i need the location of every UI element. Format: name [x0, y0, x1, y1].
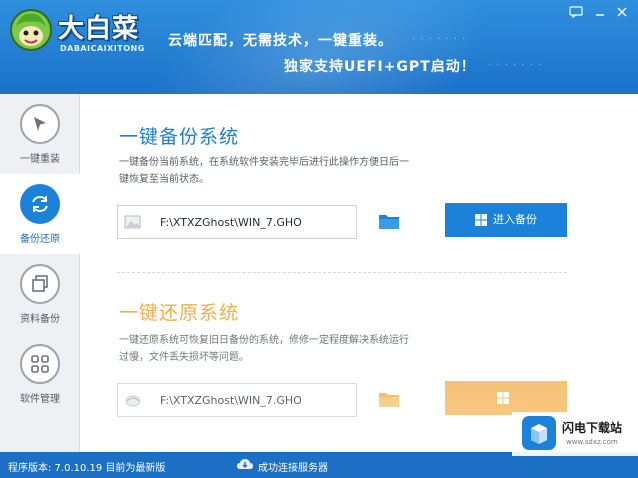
backup-browse-button[interactable]	[378, 212, 402, 232]
folder-icon	[379, 215, 399, 229]
close-icon	[617, 7, 627, 17]
restore-path-value: F:\XTXZGhost\WIN_7.GHO	[160, 394, 302, 407]
grid-icon	[31, 355, 49, 373]
enter-backup-label: 进入备份	[493, 213, 537, 226]
decor-dots: · · · · · · ·	[488, 60, 543, 71]
sidebar-item-label: 一键重装	[20, 154, 60, 165]
minimize-icon	[596, 14, 604, 16]
copy-icon	[32, 275, 48, 292]
sidebar-icon-circle	[20, 184, 60, 224]
sidebar-item-reinstall[interactable]: 一键重装	[0, 94, 80, 174]
restore-title: 一键还原系统	[119, 302, 240, 324]
version-text: 程序版本: 7.0.10.19 目前为最新版	[8, 463, 166, 474]
main-panel: 一键备份系统 一键备份当前系统，在系统软件安装完毕后进行此操作方便日后一键恢复至…	[81, 94, 638, 452]
watermark-url: www.sdxz.com	[566, 438, 618, 446]
sidebar-item-label: 资料备份	[20, 314, 60, 325]
image-file-icon	[124, 215, 141, 229]
chat-icon	[569, 6, 583, 19]
windows-icon	[475, 214, 487, 226]
section-divider	[117, 272, 567, 273]
decor-dots: · · · · · · ·	[412, 34, 467, 45]
backup-description: 一键备份当前系统，在系统软件安装完毕后进行此操作方便日后一键恢复至当前状态。	[119, 157, 409, 185]
watermark-logo-icon	[522, 416, 556, 450]
sidebar-icon-circle	[20, 344, 60, 384]
restore-path-field[interactable]: F:\XTXZGhost\WIN_7.GHO	[117, 383, 357, 417]
server-status-text: 成功连接服务器	[258, 463, 328, 474]
slogan-line-1: 云端匹配，无需技术，一键重装。	[168, 33, 393, 49]
windows-icon	[497, 392, 509, 404]
sidebar-item-label: 软件管理	[20, 394, 60, 405]
refresh-icon	[32, 195, 48, 213]
restore-description: 一键还原系统可恢复旧日备份的系统，修修一定程度解决系统运行过慢，文件丢失损坏等问…	[119, 335, 409, 363]
sidebar-icon-circle	[20, 104, 60, 144]
feedback-button[interactable]	[566, 4, 586, 20]
enter-restore-button[interactable]	[445, 381, 567, 415]
sidebar-icon-circle	[20, 264, 60, 304]
cursor-icon	[34, 117, 46, 131]
sidebar-item-software[interactable]: 软件管理	[0, 334, 80, 414]
backup-path-value: F:\XTXZGhost\WIN_7.GHO	[160, 216, 302, 229]
cloud-icon	[237, 459, 253, 469]
sidebar-item-data-backup[interactable]: 资料备份	[0, 254, 80, 334]
enter-backup-button[interactable]: 进入备份	[445, 203, 567, 237]
restore-browse-button[interactable]	[378, 390, 402, 410]
sidebar-item-label: 备份还原	[20, 234, 60, 245]
sidebar-item-backup-restore[interactable]: 备份还原	[0, 174, 80, 254]
backup-path-field[interactable]: F:\XTXZGhost\WIN_7.GHO	[117, 205, 357, 239]
cabbage-mascot-icon	[10, 9, 52, 51]
sidebar: 一键重装 备份还原 资料备份 软件管理	[0, 94, 80, 452]
ghost-file-icon	[125, 395, 141, 407]
close-button[interactable]	[612, 4, 632, 20]
folder-icon	[379, 393, 399, 407]
logo-title: 大白菜	[58, 14, 140, 44]
minimize-button[interactable]	[590, 4, 610, 20]
title-bar: 大白菜 DABAICAIXITONG 云端匹配，无需技术，一键重装。 独家支持U…	[0, 0, 638, 94]
logo-subtitle: DABAICAIXITONG	[60, 44, 145, 53]
watermark-title: 闪电下载站	[562, 421, 623, 435]
backup-title: 一键备份系统	[119, 126, 240, 148]
slogan-line-2: 独家支持UEFI+GPT启动！	[284, 59, 476, 75]
